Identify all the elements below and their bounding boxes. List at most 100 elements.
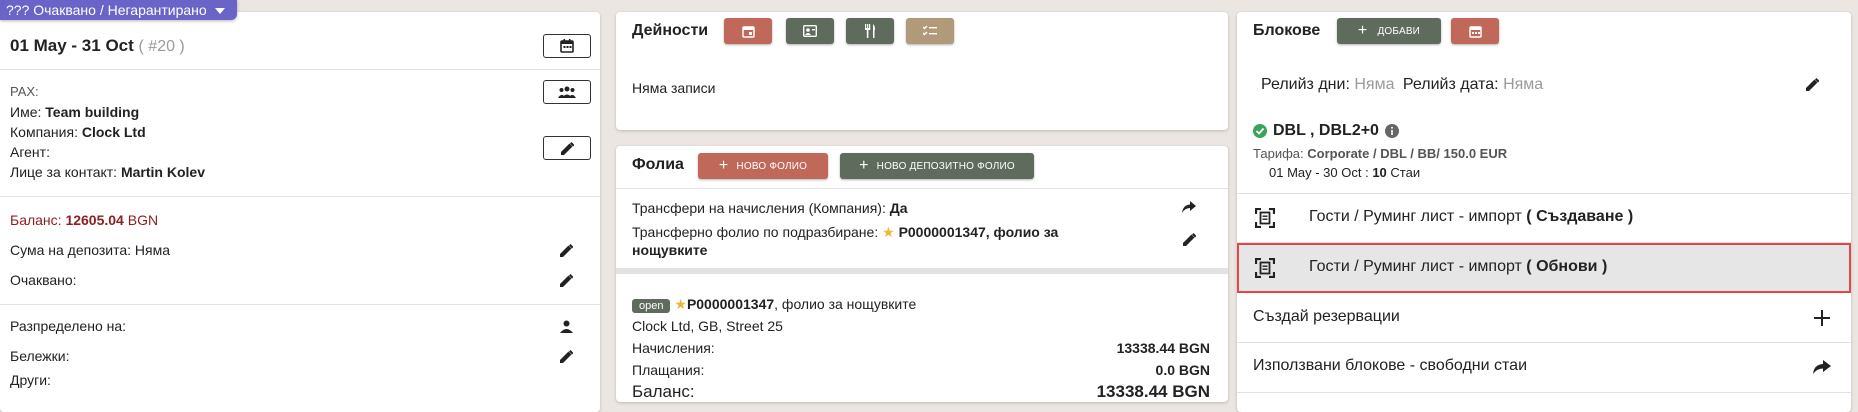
folio-balance-label: Баланс: — [632, 382, 695, 401]
used-blocks-row[interactable]: Използвани блокове - свободни стаи — [1237, 343, 1851, 391]
release-date-value: Няма — [1503, 76, 1544, 93]
group-icon — [558, 86, 576, 98]
transfers-label: Трансфери на начисления (Компания): — [632, 200, 886, 216]
room-type[interactable]: DBL , DBL2+0 — [1273, 122, 1379, 140]
edit-details-button[interactable] — [543, 136, 591, 160]
calendar-icon — [560, 39, 574, 53]
balance-label: Баланс: — [10, 212, 62, 228]
import-update-action: ( Обнови ) — [1526, 258, 1608, 275]
pax-label: PAX: — [10, 84, 39, 99]
plus-icon: + — [859, 157, 869, 174]
calendar-icon — [741, 25, 755, 38]
contact-label: Лице за контакт: — [10, 164, 118, 180]
restaurant-icon — [865, 24, 875, 38]
used-blocks-label: Използвани блокове - свободни стаи — [1253, 357, 1527, 374]
distributed-label: Разпределено на: — [10, 318, 127, 334]
folio-balance-value: 13338.44 BGN — [1096, 382, 1210, 401]
create-reservations-row[interactable]: Създай резервации — [1237, 294, 1851, 342]
calendar-icon — [1468, 25, 1482, 38]
checklist-icon — [923, 25, 937, 36]
company-value: Clock Ltd — [81, 124, 146, 140]
add-activity-contact-button[interactable] — [786, 18, 834, 44]
pencil-icon — [1805, 77, 1819, 91]
new-deposit-folio-button[interactable]: + НОВО ДЕПОЗИТНО ФОЛИО — [840, 153, 1034, 179]
date-range: 01 May - 31 Oct — [10, 36, 134, 55]
info-icon[interactable] — [1384, 124, 1399, 138]
import-create-action: ( Създаване ) — [1526, 208, 1634, 225]
star-icon: ★ — [882, 224, 895, 240]
create-reservations-label: Създай резервации — [1253, 308, 1400, 325]
contact-value: Martin Kolev — [120, 164, 205, 180]
guests-group-button[interactable] — [543, 80, 591, 104]
star-icon: ★ — [674, 296, 687, 312]
status-label: ??? Очаквано / Негарантирано — [6, 2, 207, 18]
reservation-ref: ( #20 ) — [138, 38, 185, 55]
folios-title: Фолиа — [632, 156, 684, 173]
rooms-label: Стаи — [1390, 165, 1421, 180]
company-label: Компания: — [10, 124, 78, 140]
rooms-count: 10 — [1372, 165, 1387, 180]
name-label: Име: — [10, 104, 42, 120]
release-days-value: Няма — [1354, 76, 1395, 93]
folio-desc: , фолио за нощувките — [774, 296, 917, 312]
edit-notes-button[interactable] — [557, 347, 575, 365]
add-activity-calendar-button[interactable] — [724, 18, 772, 44]
activities-panel: Дейности Няма записи — [616, 12, 1228, 130]
balance-currency: BGN — [127, 212, 159, 228]
add-activity-restaurant-button[interactable] — [846, 18, 894, 44]
tariff-label: Тарифа: — [1253, 146, 1304, 161]
pencil-icon — [560, 141, 574, 155]
edit-deposit-button[interactable] — [557, 241, 575, 259]
plus-icon — [1814, 310, 1830, 326]
others-label: Други: — [10, 372, 51, 388]
import-update-row[interactable]: Гости / Руминг лист - импорт ( Обнови ) — [1237, 243, 1851, 293]
transfers-value: Да — [889, 200, 908, 216]
release-days-label: Релийз дни: — [1261, 76, 1350, 93]
plus-icon: + — [718, 157, 729, 174]
name-value: Team building — [45, 104, 140, 120]
assign-user-button[interactable] — [557, 317, 575, 335]
document-scan-icon — [1255, 208, 1275, 228]
new-folio-label: НОВО ФОЛИО — [736, 160, 808, 172]
edit-expected-button[interactable] — [557, 271, 575, 289]
folios-panel: Фолиа + НОВО ФОЛИО + НОВО ДЕПОЗИТНО ФОЛИ… — [616, 146, 1228, 402]
payments-value: 0.0 BGN — [1155, 362, 1210, 378]
charges-label: Начисления: — [632, 340, 715, 356]
edit-release-button[interactable] — [1803, 75, 1821, 93]
reservation-details-panel: 01 May - 31 Oct ( #20 ) PAX: Име: Team b… — [0, 12, 600, 412]
folio-id[interactable]: P0000001347 — [687, 296, 774, 312]
pencil-icon — [559, 273, 573, 287]
share-arrow-icon — [1813, 360, 1831, 374]
import-update-label: Гости / Руминг лист - импорт — [1309, 258, 1522, 275]
pencil-icon — [559, 349, 573, 363]
default-folio-label: Трансферно фолио по подразбиране: — [632, 224, 879, 240]
blocks-calendar-button[interactable] — [1451, 18, 1499, 44]
add-activity-checklist-button[interactable] — [906, 18, 954, 44]
block-period: 01 May - 30 Oct : — [1269, 165, 1369, 180]
default-folio-value: P0000001347, фолио за — [898, 224, 1059, 240]
status-dropdown[interactable]: ??? Очаквано / Негарантирано — [0, 0, 237, 20]
payments-label: Плащания: — [632, 362, 705, 378]
blocks-panel: Блокове + ДОБАВИ Релийз дни: Няма Релийз… — [1237, 12, 1851, 412]
expected-label: Очаквано: — [10, 272, 77, 288]
release-date-label: Релийз дата: — [1402, 76, 1499, 93]
add-block-button[interactable]: + ДОБАВИ — [1337, 18, 1441, 44]
share-arrow-icon — [1182, 201, 1196, 213]
calendar-button[interactable] — [543, 34, 591, 58]
person-icon — [559, 320, 573, 333]
activities-title: Дейности — [632, 22, 709, 39]
import-create-row[interactable]: Гости / Руминг лист - импорт ( Създаване… — [1237, 194, 1851, 242]
balance-value: 12605.04 — [65, 212, 124, 228]
new-folio-button[interactable]: + НОВО ФОЛИО — [698, 153, 828, 179]
transfer-share-button[interactable] — [1180, 198, 1198, 216]
pencil-icon — [1182, 232, 1196, 246]
edit-default-folio-button[interactable] — [1180, 230, 1198, 248]
plus-icon: + — [1357, 22, 1368, 39]
blocks-title: Блокове — [1253, 22, 1321, 39]
contact-card-icon — [803, 25, 817, 37]
tariff-value: Corporate / DBL / BB/ 150.0 EUR — [1307, 146, 1508, 161]
folio-address: Clock Ltd, GB, Street 25 — [632, 318, 783, 334]
agent-label: Агент: — [10, 144, 50, 160]
new-deposit-folio-label: НОВО ДЕПОЗИТНО ФОЛИО — [876, 160, 1015, 172]
default-folio-value-cont: нощувките — [632, 242, 708, 258]
